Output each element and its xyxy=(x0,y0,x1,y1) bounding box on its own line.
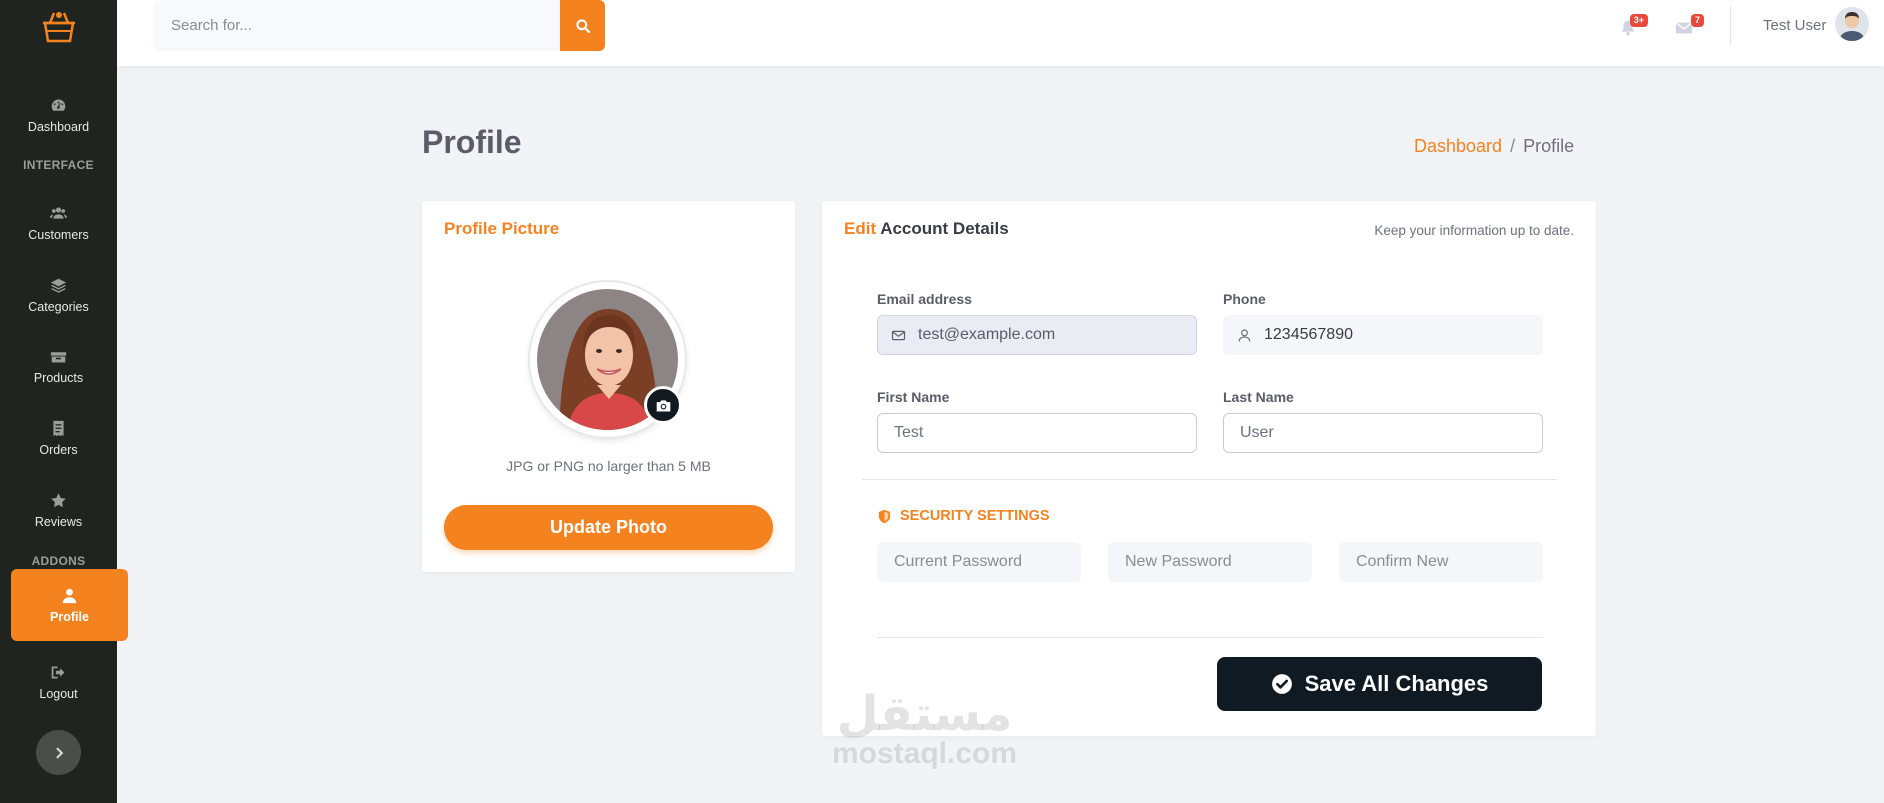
sidebar-item-dashboard[interactable]: Dashboard xyxy=(0,85,117,145)
page-title: Profile xyxy=(422,124,522,160)
shield-icon xyxy=(878,509,891,523)
profile-picture-card: Profile Picture JPG or PNG no larger tha… xyxy=(422,201,795,572)
search-button[interactable] xyxy=(560,0,605,51)
last-name-field[interactable]: User xyxy=(1223,413,1543,453)
camera-icon xyxy=(656,399,670,411)
account-details-subtitle: Keep your information up to date. xyxy=(1374,223,1574,238)
new-password-placeholder: New Password xyxy=(1125,553,1232,570)
user-name[interactable]: Test User xyxy=(1763,17,1826,34)
sidebar-heading-interface: INTERFACE xyxy=(23,158,94,172)
search-input[interactable] xyxy=(154,0,560,51)
sidebar-item-label: Categories xyxy=(28,299,89,314)
breadcrumb-dashboard-link[interactable]: Dashboard xyxy=(1414,136,1502,156)
save-button-label: Save All Changes xyxy=(1304,671,1489,696)
messages-badge: 7 xyxy=(1690,14,1704,27)
phone-label: Phone xyxy=(1223,291,1266,307)
sidebar-item-label: Reviews xyxy=(34,514,83,529)
breadcrumb-current: Profile xyxy=(1523,136,1575,156)
sidebar-item-label: Orders xyxy=(39,442,78,457)
phone-value: 1234567890 xyxy=(1264,326,1353,343)
logout-icon xyxy=(51,666,65,678)
watermark-latin: mostaql.com xyxy=(832,737,1018,770)
sidebar-item-orders[interactable]: Orders xyxy=(0,408,117,468)
breadcrumb: Dashboard / Profile xyxy=(1414,136,1574,157)
user-icon xyxy=(1238,328,1250,342)
first-name-label: First Name xyxy=(877,389,950,405)
sidebar-item-label: Logout xyxy=(39,686,78,701)
title-accent: Edit xyxy=(844,219,877,238)
email-label: Email address xyxy=(877,291,972,307)
layers-icon xyxy=(50,278,67,293)
sidebar-item-customers[interactable]: Customers xyxy=(0,193,117,253)
notifications-badge: 3+ xyxy=(1629,14,1648,27)
title-rest: Account Details xyxy=(880,219,1009,238)
topbar: 3+ 7 Test User xyxy=(117,0,1884,66)
footer-divider xyxy=(877,637,1543,638)
check-circle-icon xyxy=(1271,674,1292,694)
gauge-icon xyxy=(51,99,66,111)
phone-field[interactable]: 1234567890 xyxy=(1223,315,1543,355)
watermark-arabic: مستقل xyxy=(836,686,1013,742)
first-name-value: Test xyxy=(894,424,924,441)
email-value: test@example.com xyxy=(918,326,1056,343)
sidebar-item-products[interactable]: Products xyxy=(0,336,117,396)
security-settings-title: SECURITY SETTINGS xyxy=(900,508,1050,524)
sidebar-item-profile[interactable]: Profile xyxy=(11,569,128,641)
confirm-password-placeholder: Confirm New xyxy=(1356,553,1449,570)
security-settings-heading: SECURITY SETTINGS xyxy=(877,508,1050,524)
profile-picture-frame xyxy=(530,282,685,437)
confirm-password-field[interactable]: Confirm New xyxy=(1339,542,1543,582)
last-name-label: Last Name xyxy=(1223,389,1294,405)
save-all-changes-button[interactable]: Save All Changes xyxy=(1217,657,1542,711)
envelope-icon xyxy=(891,330,905,340)
search-bar xyxy=(154,0,605,51)
email-field[interactable]: test@example.com xyxy=(877,315,1197,355)
messages-button[interactable]: 7 xyxy=(1670,14,1704,42)
sidebar-item-label: Profile xyxy=(50,609,89,624)
current-password-field[interactable]: Current Password xyxy=(877,542,1081,582)
first-name-field[interactable]: Test xyxy=(877,413,1197,453)
receipt-icon xyxy=(53,420,64,436)
section-divider xyxy=(862,479,1557,480)
user-icon xyxy=(62,588,77,603)
sidebar: Dashboard INTERFACE Customers Categories… xyxy=(0,0,128,803)
update-photo-button[interactable]: Update Photo xyxy=(444,505,773,550)
topbar-divider xyxy=(1730,6,1731,46)
current-password-placeholder: Current Password xyxy=(894,553,1023,570)
photo-hint: JPG or PNG no larger than 5 MB xyxy=(506,458,711,474)
sidebar-heading-addons: ADDONS xyxy=(31,554,86,568)
users-icon xyxy=(50,207,67,219)
account-details-title: Edit Account Details xyxy=(844,219,1009,239)
chevron-right-icon xyxy=(55,746,63,759)
breadcrumb-separator: / xyxy=(1510,136,1516,156)
account-details-card: Edit Account Details Keep your informati… xyxy=(822,201,1596,736)
brand-logo-icon[interactable] xyxy=(40,9,78,43)
sidebar-item-logout[interactable]: Logout xyxy=(0,652,117,712)
change-photo-button[interactable] xyxy=(644,386,682,424)
sidebar-item-label: Dashboard xyxy=(27,119,90,134)
search-icon xyxy=(575,18,590,33)
last-name-value: User xyxy=(1240,424,1274,441)
watermark: مستقل mostaql.com xyxy=(832,690,1017,770)
notifications-button[interactable]: 3+ xyxy=(1614,14,1648,42)
avatar[interactable] xyxy=(1835,7,1869,41)
star-icon xyxy=(51,492,66,507)
sidebar-item-label: Customers xyxy=(28,227,89,242)
sidebar-item-reviews[interactable]: Reviews xyxy=(0,480,117,540)
box-icon xyxy=(50,351,67,362)
profile-picture-title: Profile Picture xyxy=(444,219,560,238)
sidebar-item-label: Products xyxy=(33,370,84,385)
sidebar-toggle-button[interactable] xyxy=(36,730,81,775)
sidebar-item-categories[interactable]: Categories xyxy=(0,265,117,325)
new-password-field[interactable]: New Password xyxy=(1108,542,1312,582)
